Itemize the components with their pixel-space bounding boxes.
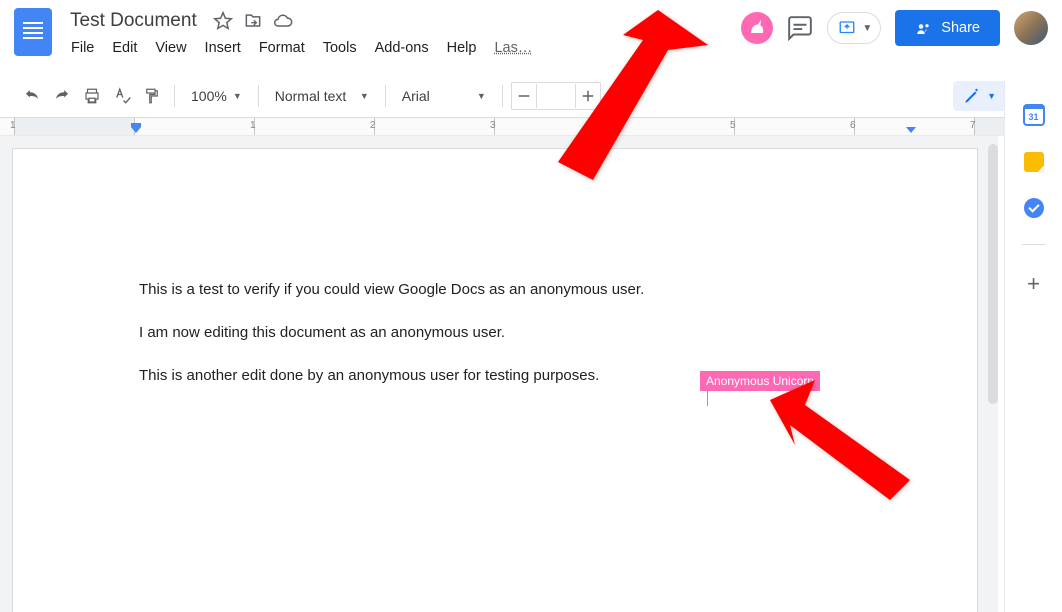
present-button[interactable]: ▼ <box>827 12 881 44</box>
cloud-status-icon[interactable] <box>273 11 293 31</box>
annotation-arrow <box>770 380 910 500</box>
keep-app-button[interactable] <box>1024 152 1044 172</box>
add-addon-button[interactable]: + <box>1027 271 1040 297</box>
ruler[interactable]: 1 1 2 3 4 5 6 7 <box>0 118 1062 136</box>
anonymous-collab-avatar[interactable] <box>741 12 773 44</box>
menu-help[interactable]: Help <box>440 36 484 60</box>
right-indent-marker[interactable] <box>906 127 916 133</box>
vertical-scrollbar[interactable] <box>988 144 998 404</box>
menu-tools[interactable]: Tools <box>316 36 364 60</box>
print-button[interactable] <box>78 80 106 112</box>
user-avatar[interactable] <box>1014 11 1048 45</box>
side-separator <box>1022 244 1046 245</box>
menu-edit[interactable]: Edit <box>105 36 144 60</box>
font-size-decrease[interactable] <box>512 83 536 109</box>
docs-home-icon[interactable] <box>14 8 52 56</box>
paint-format-button[interactable] <box>138 80 166 112</box>
tasks-app-button[interactable] <box>1024 198 1044 218</box>
present-caret-icon: ▼ <box>862 23 872 34</box>
pencil-icon <box>963 87 981 105</box>
paragraph[interactable]: This is a test to verify if you could vi… <box>139 279 863 300</box>
annotation-arrow <box>548 10 708 180</box>
paragraph[interactable]: I am now editing this document as an ano… <box>139 322 863 343</box>
comment-icon <box>787 15 813 41</box>
side-panel: + <box>1004 80 1062 612</box>
calendar-app-button[interactable] <box>1023 104 1045 126</box>
menu-format[interactable]: Format <box>252 36 312 60</box>
document-body[interactable]: This is a test to verify if you could vi… <box>13 149 977 386</box>
menu-last-edit[interactable]: Las… <box>487 36 539 60</box>
editing-mode-button[interactable]: ▼ <box>953 81 1006 111</box>
document-title[interactable]: Test Document <box>64 8 203 34</box>
undo-button[interactable] <box>18 80 46 112</box>
unicorn-icon <box>747 18 767 38</box>
collaborator-cursor <box>707 388 708 406</box>
menu-file[interactable]: File <box>64 36 101 60</box>
share-label: Share <box>941 20 980 36</box>
redo-button[interactable] <box>48 80 76 112</box>
document-canvas: This is a test to verify if you could vi… <box>0 136 998 612</box>
paragraph-style-select[interactable]: Normal text▼ <box>267 84 377 108</box>
zoom-select[interactable]: 100%▼ <box>183 84 250 108</box>
comment-history-button[interactable] <box>787 15 813 41</box>
spellcheck-button[interactable] <box>108 80 136 112</box>
left-indent-marker[interactable] <box>131 127 141 136</box>
move-icon[interactable] <box>243 11 263 31</box>
toolbar: 100%▼ Normal text▼ Arial▼ ••• ▼ <box>0 74 1062 118</box>
font-select[interactable]: Arial▼ <box>394 84 494 108</box>
menu-addons[interactable]: Add-ons <box>368 36 436 60</box>
share-button[interactable]: Share <box>895 10 1000 46</box>
star-icon[interactable] <box>213 11 233 31</box>
menu-insert[interactable]: Insert <box>198 36 248 60</box>
share-icon <box>915 19 933 37</box>
present-icon <box>836 19 858 37</box>
menu-view[interactable]: View <box>148 36 193 60</box>
